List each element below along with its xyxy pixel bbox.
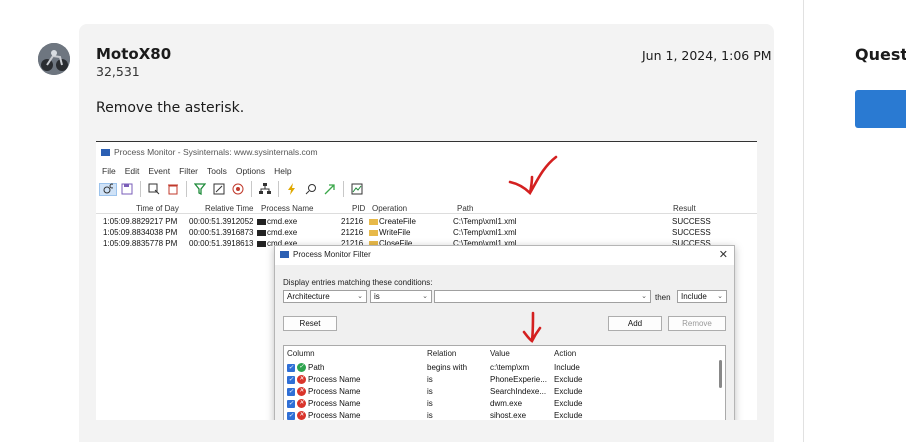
red-arrow-annotations — [508, 155, 558, 343]
column-divider — [803, 0, 804, 442]
red-arrow-path-icon — [508, 155, 558, 196]
attached-screenshot[interactable]: Process Monitor - Sysinternals: www.sysi… — [96, 141, 757, 420]
user-points: 32,531 — [96, 64, 140, 79]
sidebar-action-button[interactable] — [855, 90, 906, 128]
post-date: Jun 1, 2024, 1:06 PM — [642, 48, 772, 63]
username[interactable]: MotoX80 — [96, 45, 171, 63]
avatar[interactable] — [38, 43, 70, 75]
post-body: Remove the asterisk. — [96, 100, 245, 116]
sidebar-heading: Quest — [855, 45, 906, 64]
red-arrow-value-icon — [522, 311, 542, 343]
page: MotoX80 32,531 Jun 1, 2024, 1:06 PM Remo… — [0, 0, 906, 442]
